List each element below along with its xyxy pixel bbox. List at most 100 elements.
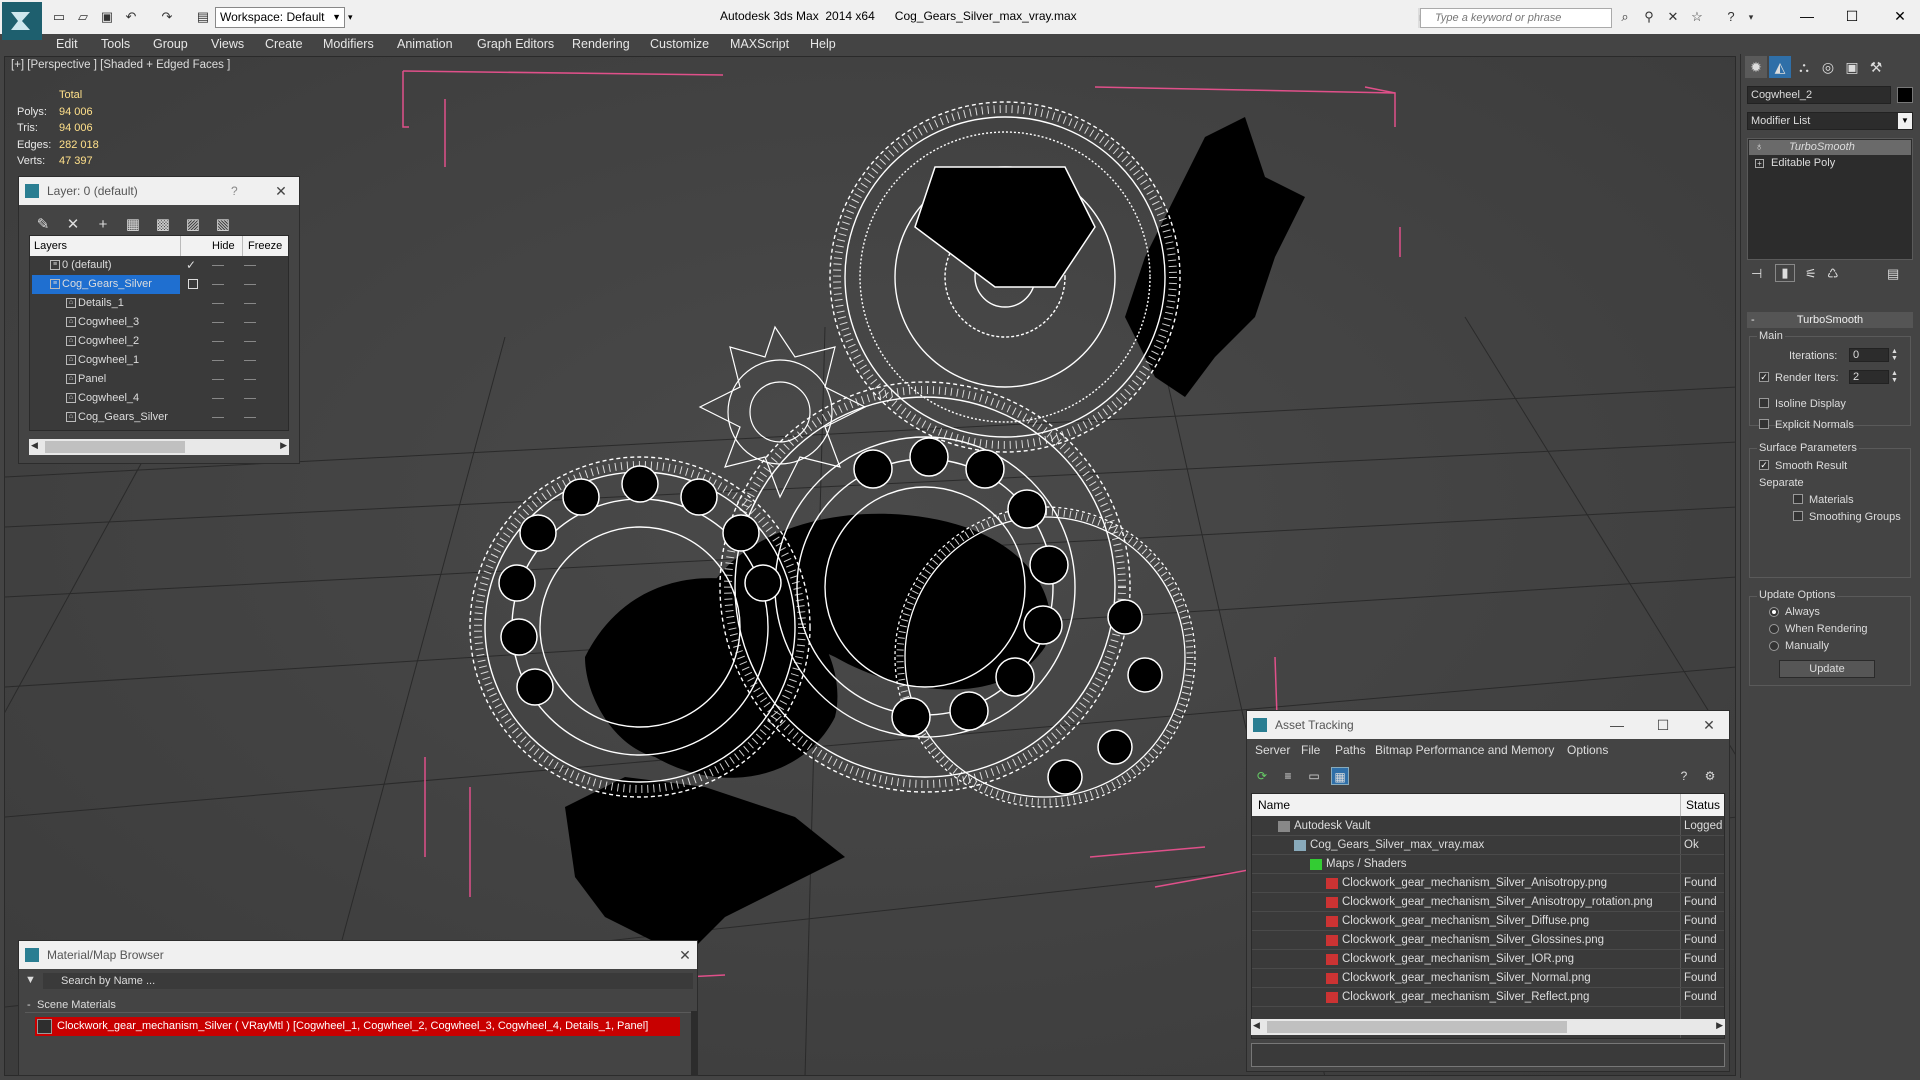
- table-view-icon[interactable]: ▦: [1331, 767, 1349, 785]
- hide-toggle[interactable]: [212, 303, 224, 304]
- thumbnail-view-icon[interactable]: ▭: [1305, 767, 1323, 785]
- close-icon[interactable]: ✕: [673, 941, 697, 969]
- communication-icon[interactable]: ✕: [1664, 9, 1682, 25]
- create-layer-icon[interactable]: ✎: [33, 215, 53, 235]
- freeze-toggle[interactable]: [244, 341, 256, 342]
- column-name[interactable]: Name: [1258, 798, 1290, 812]
- menu-file[interactable]: File: [1301, 743, 1320, 757]
- update-button[interactable]: Update: [1779, 660, 1875, 678]
- layer-row[interactable]: Cogwheel_1 ⌂: [30, 351, 288, 370]
- freeze-toggle[interactable]: [244, 398, 256, 399]
- vault-settings-icon[interactable]: ⚙: [1701, 767, 1719, 785]
- configure-sets-icon[interactable]: ▤: [1887, 266, 1899, 282]
- workspace-dropdown[interactable]: Workspace: Default ▼: [215, 7, 345, 28]
- list-view-icon[interactable]: ≡: [1279, 767, 1297, 785]
- scene-materials-group[interactable]: - Scene Materials: [25, 997, 693, 1013]
- column-layers[interactable]: Layers: [34, 240, 67, 252]
- scrollbar-thumb[interactable]: [1267, 1021, 1567, 1033]
- layer-row[interactable]: 0 (default) ≡ ✓: [30, 256, 288, 275]
- materials-checkbox[interactable]: [1793, 494, 1803, 504]
- help-button[interactable]: ?: [231, 177, 238, 205]
- layer-row[interactable]: Panel ⌂: [30, 370, 288, 389]
- object-color-swatch[interactable]: [1897, 87, 1913, 103]
- scroll-left-icon[interactable]: ◀: [1253, 1020, 1260, 1031]
- menu-animation[interactable]: Animation: [397, 34, 453, 54]
- layer-row[interactable]: Cogwheel_4 ⌂: [30, 389, 288, 408]
- menu-rendering[interactable]: Rendering: [572, 34, 630, 54]
- layer-row[interactable]: Details_1 ⌂: [30, 294, 288, 313]
- redo-icon[interactable]: ↷: [158, 8, 176, 26]
- open-file-icon[interactable]: ▱: [74, 8, 92, 26]
- menu-edit[interactable]: Edit: [56, 34, 78, 54]
- asset-row[interactable]: Clockwork_gear_mechanism_Silver_Reflect.…: [1252, 988, 1724, 1007]
- make-unique-icon[interactable]: ⚟: [1805, 266, 1817, 282]
- spinner-arrows-icon[interactable]: ▲ ▼: [1891, 370, 1898, 384]
- hide-toggle[interactable]: [212, 322, 224, 323]
- select-objects-icon[interactable]: ▦: [123, 215, 143, 235]
- column-hide[interactable]: Hide: [212, 240, 235, 252]
- menu-tools[interactable]: Tools: [101, 34, 130, 54]
- always-radio[interactable]: [1769, 607, 1779, 617]
- explicit-normals-checkbox[interactable]: [1759, 419, 1769, 429]
- search-input[interactable]: Type a keyword or phrase: [1420, 8, 1612, 28]
- menu-modifiers[interactable]: Modifiers: [323, 34, 374, 54]
- menu-maxscript[interactable]: MAXScript: [730, 34, 789, 54]
- remove-modifier-icon[interactable]: ♺: [1827, 266, 1839, 282]
- asset-status-field[interactable]: [1251, 1043, 1725, 1067]
- scrollbar-thumb[interactable]: [45, 441, 185, 453]
- subscription-icon[interactable]: ⚲: [1640, 9, 1658, 25]
- hide-all-icon[interactable]: ▨: [183, 215, 203, 235]
- hide-toggle[interactable]: [212, 398, 224, 399]
- asset-row[interactable]: Clockwork_gear_mechanism_Silver_IOR.png F…: [1252, 950, 1724, 969]
- layer-panel-titlebar[interactable]: Layer: 0 (default) ? ✕: [19, 177, 299, 205]
- asset-row[interactable]: Maps / Shaders: [1252, 855, 1724, 874]
- scroll-right-icon[interactable]: ▶: [1716, 1020, 1723, 1031]
- favorites-star-icon[interactable]: ☆: [1688, 9, 1706, 25]
- material-search-input[interactable]: Search by Name ...: [43, 973, 693, 989]
- menu-server[interactable]: Server: [1255, 743, 1290, 757]
- show-end-result-icon[interactable]: ▮: [1775, 264, 1795, 282]
- column-status[interactable]: Status: [1686, 798, 1720, 812]
- stack-item-editable-poly[interactable]: + Editable Poly: [1749, 156, 1911, 171]
- freeze-toggle[interactable]: [244, 417, 256, 418]
- horizontal-scrollbar[interactable]: ◀ ▶: [1251, 1019, 1725, 1035]
- when-rendering-radio[interactable]: [1769, 624, 1779, 634]
- hide-toggle[interactable]: [212, 284, 224, 285]
- close-icon[interactable]: ✕: [269, 177, 293, 205]
- app-menu-button[interactable]: [2, 2, 42, 40]
- material-browser-titlebar[interactable]: Material/Map Browser ✕: [19, 941, 697, 969]
- delete-layer-icon[interactable]: ✕: [63, 215, 83, 235]
- pin-stack-icon[interactable]: ⊣: [1751, 266, 1762, 282]
- create-tab-icon[interactable]: ✹: [1745, 56, 1767, 78]
- menu-bitmap-performance[interactable]: Bitmap Performance and Memory: [1375, 743, 1554, 757]
- asset-row[interactable]: Clockwork_gear_mechanism_Silver_Normal.p…: [1252, 969, 1724, 988]
- asset-row[interactable]: Clockwork_gear_mechanism_Silver_Diffuse.…: [1252, 912, 1724, 931]
- layer-row[interactable]: Cog_Gears_Silver ≡: [30, 275, 288, 294]
- scroll-right-icon[interactable]: ▶: [280, 440, 287, 451]
- layer-row[interactable]: Cog_Gears_Silver ⌂: [30, 408, 288, 427]
- save-file-icon[interactable]: ▣: [98, 8, 116, 26]
- asset-row[interactable]: Clockwork_gear_mechanism_Silver_Anisotro…: [1252, 893, 1724, 912]
- modifier-list-dropdown[interactable]: Modifier List ▼: [1747, 112, 1913, 130]
- motion-tab-icon[interactable]: ◎: [1817, 56, 1839, 78]
- hierarchy-tab-icon[interactable]: ⛬: [1793, 56, 1815, 78]
- hide-toggle[interactable]: [212, 417, 224, 418]
- spinner-arrows-icon[interactable]: ▲ ▼: [1891, 348, 1898, 362]
- close-button[interactable]: ✕: [1888, 4, 1912, 28]
- asset-row[interactable]: Clockwork_gear_mechanism_Silver_Glossine…: [1252, 931, 1724, 950]
- menu-customize[interactable]: Customize: [650, 34, 709, 54]
- render-iters-spinner[interactable]: 2: [1849, 370, 1889, 384]
- freeze-toggle[interactable]: [244, 379, 256, 380]
- minimize-button[interactable]: —: [1795, 4, 1819, 28]
- new-file-icon[interactable]: ▭: [50, 8, 68, 26]
- add-to-layer-icon[interactable]: +: [93, 215, 113, 235]
- modify-tab-icon[interactable]: ◭: [1769, 56, 1791, 78]
- binoculars-icon[interactable]: ⌕: [1616, 9, 1634, 25]
- help-icon[interactable]: ?: [1675, 767, 1693, 785]
- utilities-tab-icon[interactable]: ⚒: [1865, 56, 1887, 78]
- workspace-menu-icon[interactable]: ▾: [348, 9, 358, 25]
- scroll-left-icon[interactable]: ◀: [31, 440, 38, 451]
- turbosmooth-rollout-header[interactable]: - TurboSmooth: [1747, 312, 1913, 328]
- asset-tracking-titlebar[interactable]: Asset Tracking — ☐ ✕: [1247, 711, 1729, 739]
- project-folder-icon[interactable]: ▤: [194, 8, 212, 26]
